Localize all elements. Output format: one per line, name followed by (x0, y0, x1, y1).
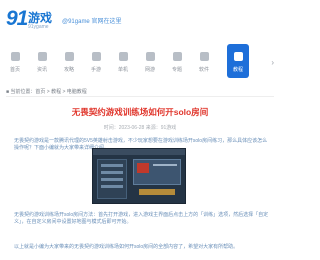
nav-label: 首页 (9, 67, 20, 73)
nav-label: 手游 (90, 67, 101, 73)
site-logo[interactable]: 91 游戏 91ygame (6, 7, 56, 35)
nav-item-tutorial[interactable]: 教程 (227, 44, 249, 78)
nav-item-mobile-game[interactable]: 手游 (85, 44, 107, 78)
article-title: 无畏契约游戏训练场如何开solo房间 (71, 107, 209, 117)
screenshot-row (101, 164, 123, 167)
article-paragraph: 以上就是小编为大家带来的无畏契约游戏训练场如何开solo房间的全部内容了，希望对… (14, 244, 239, 250)
nav-label: 软件 (198, 67, 209, 73)
nav-label: 攻略 (63, 67, 74, 73)
nav-item-online-game[interactable]: 网游 (139, 44, 161, 78)
site-header: 91 游戏 91ygame @91game 官网在这里 (0, 0, 280, 40)
nav-label: 资讯 (36, 67, 47, 73)
screenshot-text-bar (153, 164, 177, 166)
article-screenshot (92, 148, 186, 204)
software-icon (199, 52, 209, 61)
nav-label: 网游 (144, 67, 155, 73)
screenshot-row (101, 178, 123, 181)
article-meta: 时间：2023-06-28 来源：91游戏 (103, 125, 177, 131)
nav-item-guide[interactable]: 攻略 (58, 44, 80, 78)
breadcrumb: ■ 当前位置：首页 > 教程 > 电脑教程 (6, 89, 87, 95)
screenshot-red-block (137, 163, 149, 173)
topic-icon (172, 52, 182, 61)
tutorial-icon (233, 52, 243, 61)
nav-label: 专题 (171, 67, 182, 73)
nav-label: 教程 (232, 67, 243, 73)
nav-item-home[interactable]: 首页 (4, 44, 26, 78)
screenshot-row (101, 171, 123, 174)
screenshot-button (139, 189, 175, 195)
article-paragraph: 无畏契约游戏训练场开solo房间方法：首先打开游戏，进入游戏主界面后点击上方的「… (14, 212, 269, 225)
mobile-game-icon (91, 52, 101, 61)
nav-item-software[interactable]: 软件 (193, 44, 215, 78)
logo-number: 91 (6, 7, 28, 30)
online-game-icon (145, 52, 155, 61)
nav-label: 单机 (117, 67, 128, 73)
nav-item-topic[interactable]: 专题 (166, 44, 188, 78)
main-nav: 首页 资讯 攻略 手游 单机 网游 专题 软件 合集 教程 › (0, 44, 280, 82)
chevron-right-icon[interactable]: › (271, 58, 274, 67)
news-icon (37, 52, 47, 61)
home-icon (10, 52, 20, 61)
screenshot-titlebar (93, 149, 185, 155)
header-slogan[interactable]: @91game 官网在这里 (62, 16, 121, 25)
screenshot-row (101, 185, 123, 188)
screenshot-sidepanel (97, 159, 127, 199)
logo-subtext: 91ygame (28, 24, 49, 30)
guide-icon (64, 52, 74, 61)
pc-game-icon (118, 52, 128, 61)
divider (6, 96, 274, 97)
nav-item-pc-game[interactable]: 单机 (112, 44, 134, 78)
nav-item-news[interactable]: 资讯 (31, 44, 53, 78)
